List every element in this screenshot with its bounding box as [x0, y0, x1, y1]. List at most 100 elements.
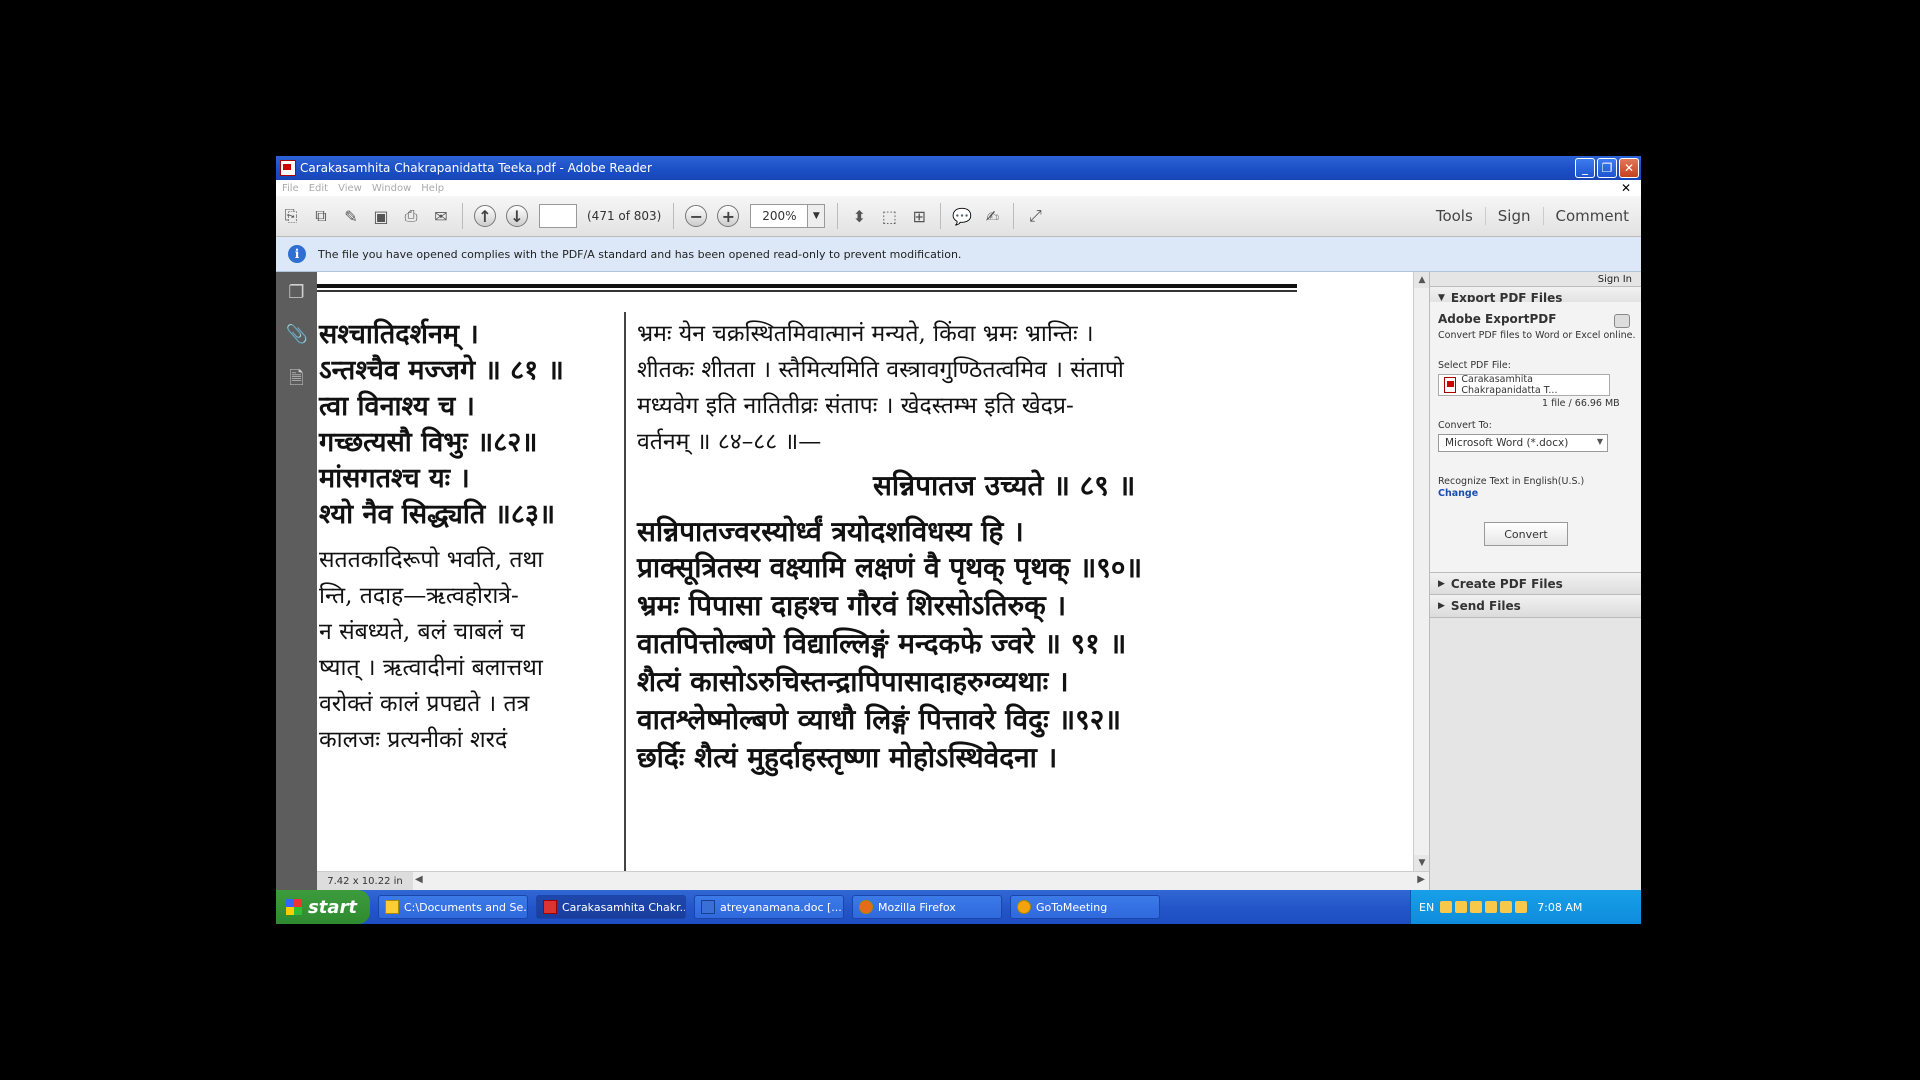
menu-help[interactable]: Help — [421, 183, 444, 194]
menu-file[interactable]: File — [282, 183, 299, 194]
close-document-icon[interactable]: ✕ — [1621, 181, 1631, 195]
selected-file-field[interactable]: Carakasamhita Chakrapanidatta T... — [1438, 374, 1610, 396]
info-message: The file you have opened complies with t… — [318, 247, 962, 261]
pdf-file-icon — [1444, 377, 1457, 393]
text-line: वातश्लेष्मोल्बणे व्याधौ लिङ्गं पित्तावरे… — [637, 703, 1122, 736]
attachments-icon[interactable]: 📎 — [286, 324, 308, 348]
menu-bar: File Edit View Window Help ✕ — [276, 180, 1641, 196]
task-label: C:\Documents and Se... — [404, 900, 528, 914]
page-thumbnails-icon[interactable]: ❐ — [286, 282, 308, 306]
export-title: Adobe ExportPDF — [1438, 312, 1557, 326]
text-line: गच्छत्यसौ विभुः ॥८२॥ — [319, 427, 538, 458]
combine-files-icon[interactable]: ⧉ — [310, 205, 332, 227]
next-page-button[interactable]: ↓ — [506, 205, 528, 227]
network-icon[interactable] — [1455, 901, 1468, 913]
taskbar-item-gotomeeting[interactable]: GoToMeeting — [1010, 895, 1160, 919]
text-line: भ्रमः येन चक्रस्थितमिवात्मानं मन्यते, कि… — [637, 321, 1094, 347]
word-doc-icon — [701, 900, 715, 914]
window-title: Carakasamhita Chakrapanidatta Teeka.pdf … — [300, 161, 652, 175]
close-button[interactable]: ✕ — [1619, 158, 1639, 178]
print-icon[interactable]: ⎙ — [400, 205, 422, 227]
toolbar-divider — [837, 203, 839, 229]
menu-edit[interactable]: Edit — [309, 183, 328, 194]
help-icon[interactable] — [1440, 901, 1453, 913]
taskbar-item-firefox[interactable]: Mozilla Firefox — [852, 895, 1002, 919]
convert-format-select[interactable]: Microsoft Word (*.docx) ▼ — [1438, 434, 1608, 452]
zoom-out-button[interactable]: − — [685, 205, 708, 227]
text-line: ऽन्तश्चैव मज्जगे ॥ ८१ ॥ — [319, 355, 564, 386]
create-pdf-icon[interactable]: ⎘ — [280, 205, 302, 227]
scroll-down-icon[interactable]: ▼ — [1414, 855, 1430, 871]
windows-logo-icon — [286, 899, 302, 915]
minimize-button[interactable]: _ — [1575, 158, 1595, 178]
document-page[interactable]: सश्चातिदर्शनम् । ऽन्तश्चैव मज्जगे ॥ ८१ ॥… — [317, 272, 1413, 871]
selected-format: Microsoft Word (*.docx) — [1445, 437, 1569, 449]
zoom-in-button[interactable]: + — [717, 205, 740, 227]
export-pdf-panel: Adobe ExportPDF Convert PDF files to Wor… — [1430, 302, 1641, 572]
taskbar-item-adobe-reader[interactable]: Carakasamhita Chakr... — [536, 895, 686, 919]
antivirus-icon[interactable] — [1485, 901, 1498, 913]
scroll-up-icon[interactable]: ▲ — [1414, 272, 1430, 288]
folder-icon — [385, 900, 399, 914]
page-number-input[interactable] — [539, 204, 577, 228]
signatures-icon[interactable]: 🗎 — [286, 366, 308, 390]
text-line: श्यो नैव सिद्ध्यति ॥८३॥ — [319, 499, 556, 530]
tools-button[interactable]: Tools — [1424, 207, 1485, 225]
full-screen-fit-icon[interactable]: ⊞ — [908, 205, 930, 227]
previous-page-button[interactable]: ↑ — [474, 205, 496, 227]
text-line: सन्निपातज्वरस्योर्ध्वं त्रयोदशविधस्य हि … — [637, 515, 1024, 548]
restore-button[interactable]: ❐ — [1597, 158, 1617, 178]
toolbar-divider — [673, 203, 675, 229]
adobe-reader-icon — [543, 900, 557, 914]
edit-icon[interactable]: ✎ — [340, 205, 362, 227]
page-count: (471 of 803) — [587, 209, 662, 223]
save-icon[interactable]: ▣ — [370, 205, 392, 227]
expand-arrow-icon: ▶ — [1438, 601, 1445, 611]
zoom-dropdown-icon[interactable]: ▼ — [808, 204, 826, 228]
update-icon[interactable] — [1500, 901, 1513, 913]
taskbar-item-explorer[interactable]: C:\Documents and Se... — [378, 895, 528, 919]
title-bar[interactable]: Carakasamhita Chakrapanidatta Teeka.pdf … — [276, 156, 1641, 180]
text-line: भ्रमः पिपासा दाहश्च गौरवं शिरसोऽतिरुक् । — [637, 589, 1067, 622]
taskbar-item-word[interactable]: atreyanamana.doc [... — [694, 895, 844, 919]
screen: Carakasamhita Chakrapanidatta Teeka.pdf … — [276, 156, 1641, 924]
change-link[interactable]: Change — [1438, 488, 1478, 499]
comment-button[interactable]: Comment — [1542, 207, 1642, 225]
comment-icon[interactable]: 💬 — [951, 205, 973, 227]
file-info: 1 file / 66.96 MB — [1542, 398, 1620, 409]
fit-width-icon[interactable]: ⬚ — [878, 205, 900, 227]
toolbar-divider — [940, 203, 942, 229]
create-pdf-section[interactable]: ▶ Create PDF Files — [1430, 572, 1641, 596]
language-indicator[interactable]: EN — [1419, 901, 1434, 914]
read-mode-icon[interactable]: ⤢ — [1024, 205, 1046, 227]
section-title: Send Files — [1450, 599, 1521, 613]
scroll-right-icon[interactable]: ▶ — [1417, 874, 1425, 885]
sign-in-link[interactable]: Sign In — [1598, 274, 1632, 285]
task-label: atreyanamana.doc [... — [720, 900, 842, 914]
scroll-left-icon[interactable]: ◀ — [415, 874, 423, 885]
convert-button[interactable]: Convert — [1484, 522, 1568, 546]
menu-view[interactable]: View — [338, 183, 362, 194]
horizontal-scrollbar[interactable]: 7.42 x 10.22 in ◀ ▶ — [317, 871, 1429, 891]
start-button[interactable]: start — [276, 890, 370, 924]
text-line: न्ति, तदाह—ऋत्वहोरात्रे- — [319, 583, 519, 609]
text-line: ष्यात् । ऋत्वादीनां बलात्तथा — [319, 655, 543, 681]
email-icon[interactable]: ✉ — [430, 205, 452, 227]
send-files-section[interactable]: ▶ Send Files — [1430, 594, 1641, 618]
sign-button[interactable]: Sign — [1484, 207, 1543, 225]
page-rule — [317, 284, 1297, 288]
column-separator — [624, 312, 626, 871]
pdfa-info-bar: i The file you have opened complies with… — [276, 237, 1641, 272]
select-file-label: Select PDF File: — [1438, 360, 1511, 371]
volume-icon[interactable] — [1470, 901, 1483, 913]
security-icon[interactable] — [1515, 901, 1528, 913]
highlight-icon[interactable]: ✍ — [981, 205, 1003, 227]
menu-window[interactable]: Window — [372, 183, 411, 194]
fit-page-icon[interactable]: ⬍ — [848, 205, 870, 227]
text-line: मांसगतश्च यः । — [319, 463, 470, 494]
file-name: Carakasamhita Chakrapanidatta T... — [1461, 374, 1558, 396]
text-line: सततकादिरूपो भवति, तथा — [319, 547, 544, 573]
vertical-scrollbar[interactable]: ▲ ▼ — [1413, 272, 1430, 871]
zoom-input[interactable]: 200% — [750, 204, 809, 228]
section-heading: सन्निपातज उच्यते ॥ ८९ ॥ — [873, 469, 1136, 502]
